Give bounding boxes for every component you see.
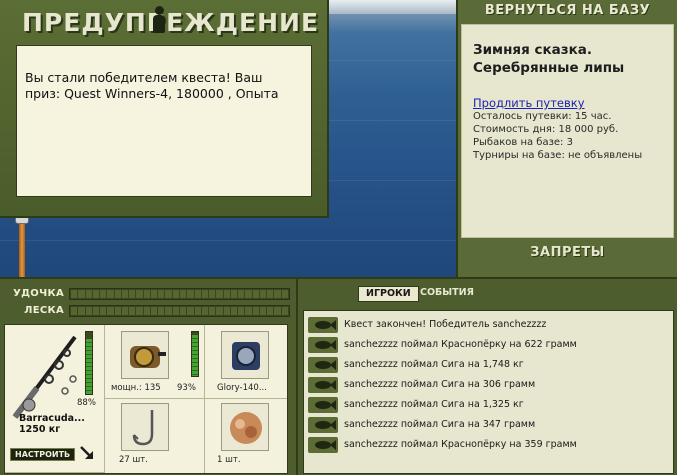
trip-time-left: Осталось путевки: 15 час. [473, 111, 612, 122]
warning-title: ПРЕДУПРЕЖДЕНИЕ [22, 8, 320, 37]
event-line: sanchezzzz поймал Сига на 1,748 кг [344, 359, 524, 370]
reel-condition-meter [191, 331, 199, 377]
bans-button[interactable]: ЗАПРЕТЫ [458, 245, 677, 260]
reel-power: мощн.: 135 [111, 383, 161, 393]
diagonal-arrow-icon[interactable] [79, 445, 95, 461]
line-gauge-label: ЛЕСКА [24, 305, 64, 316]
warning-dialog[interactable]: ПРЕДУПРЕЖДЕНИЕ Вы стали победителем квес… [0, 0, 329, 218]
setup-button[interactable]: НАСТРОИТЬ [10, 448, 76, 461]
bait-slot[interactable]: 1 шт. [205, 399, 287, 473]
line-gauge-bar [69, 305, 290, 317]
rod-condition-text: 88% [77, 398, 96, 408]
rod-name: Barracuda... [19, 413, 85, 424]
tab-players[interactable]: ИГРОКИ [358, 286, 419, 302]
hooks-count: 27 шт. [119, 455, 148, 465]
base-name-line-2: Серебрянные липы [473, 60, 625, 76]
reel-slot[interactable]: мощн.: 135 93% [105, 325, 205, 399]
reel-condition-fill [192, 335, 198, 376]
rod-gauge-label: УДОЧКА [13, 288, 64, 299]
day-cost: Стоимость дня: 18 000 руб. [473, 124, 619, 135]
line-tension-gauge: ЛЕСКА [8, 304, 290, 318]
event-line: sanchezzzz поймал Сига на 306 грамм [344, 379, 536, 390]
events-panel: ИГРОКИ СОБЫТИЯ Квест закончен! Победител… [296, 277, 677, 475]
water-ripple [0, 240, 456, 241]
bait-icon [221, 403, 269, 451]
fish-icon [308, 417, 338, 433]
bait-count: 1 шт. [217, 455, 241, 465]
reel-icon [121, 331, 169, 379]
line-slot[interactable]: Glory-140... [205, 325, 287, 399]
fish-icon [308, 377, 338, 393]
anglers-count: Рыбаков на базе: 3 [473, 137, 573, 148]
event-line-quest: Квест закончен! Победитель sanchezzzz [344, 319, 547, 330]
game-screen: ПРЕДУПРЕЖДЕНИЕ Вы стали победителем квес… [0, 0, 677, 475]
base-panel: ВЕРНУТЬСЯ НА БАЗУ Зимняя сказка. Серебря… [456, 0, 677, 277]
fishing-rod-icon [12, 335, 77, 419]
rod-weight: 1250 кг [19, 424, 61, 435]
gear-panel: УДОЧКА ЛЕСКА 88% Barracuda... 1250 кг НА… [0, 277, 296, 475]
fishing-line-icon [221, 331, 269, 379]
reel-condition-text: 93% [177, 383, 196, 393]
rod-slot[interactable]: 88% Barracuda... 1250 кг НАСТРОИТЬ [5, 325, 105, 473]
fisherman-icon [152, 6, 166, 36]
event-line: sanchezzzz поймал Краснопёрку на 622 гра… [344, 339, 577, 350]
rod-condition-meter [85, 331, 93, 395]
return-to-base-button[interactable]: ВЕРНУТЬСЯ НА БАЗУ [458, 0, 677, 22]
rod-tension-gauge: УДОЧКА [8, 287, 290, 301]
tab-events[interactable]: СОБЫТИЯ [420, 286, 474, 302]
hook-icon [121, 403, 169, 451]
fish-icon [308, 397, 338, 413]
fish-icon [308, 317, 338, 333]
rod-condition-fill [86, 339, 92, 394]
event-line: sanchezzzz поймал Сига на 1,325 кг [344, 399, 524, 410]
events-log[interactable]: Квест закончен! Победитель sanchezzzz sa… [303, 310, 674, 474]
warning-message-box: Вы стали победителем квеста! Ваш приз: Q… [16, 45, 312, 197]
base-info-box: Зимняя сказка. Серебрянные липы Продлить… [461, 24, 674, 238]
warning-message: Вы стали победителем квеста! Ваш приз: Q… [25, 70, 279, 101]
fish-icon [308, 337, 338, 353]
event-line: sanchezzzz поймал Краснопёрку на 359 гра… [344, 439, 577, 450]
gear-slots: 88% Barracuda... 1250 кг НАСТРОИТЬ мощн.… [4, 324, 288, 474]
event-line: sanchezzzz поймал Сига на 347 грамм [344, 419, 536, 430]
fishing-rod-in-water[interactable] [19, 216, 25, 277]
fish-icon [308, 437, 338, 453]
fish-icon [308, 357, 338, 373]
line-name: Glory-140... [217, 383, 267, 393]
tournaments-info: Турниры на базе: не объявлены [473, 150, 643, 161]
hooks-slot[interactable]: 27 шт. [105, 399, 205, 473]
base-name-line-1: Зимняя сказка. [473, 42, 592, 58]
extend-trip-link[interactable]: Продлить путевку [473, 96, 665, 110]
rod-gauge-bar [69, 288, 290, 300]
